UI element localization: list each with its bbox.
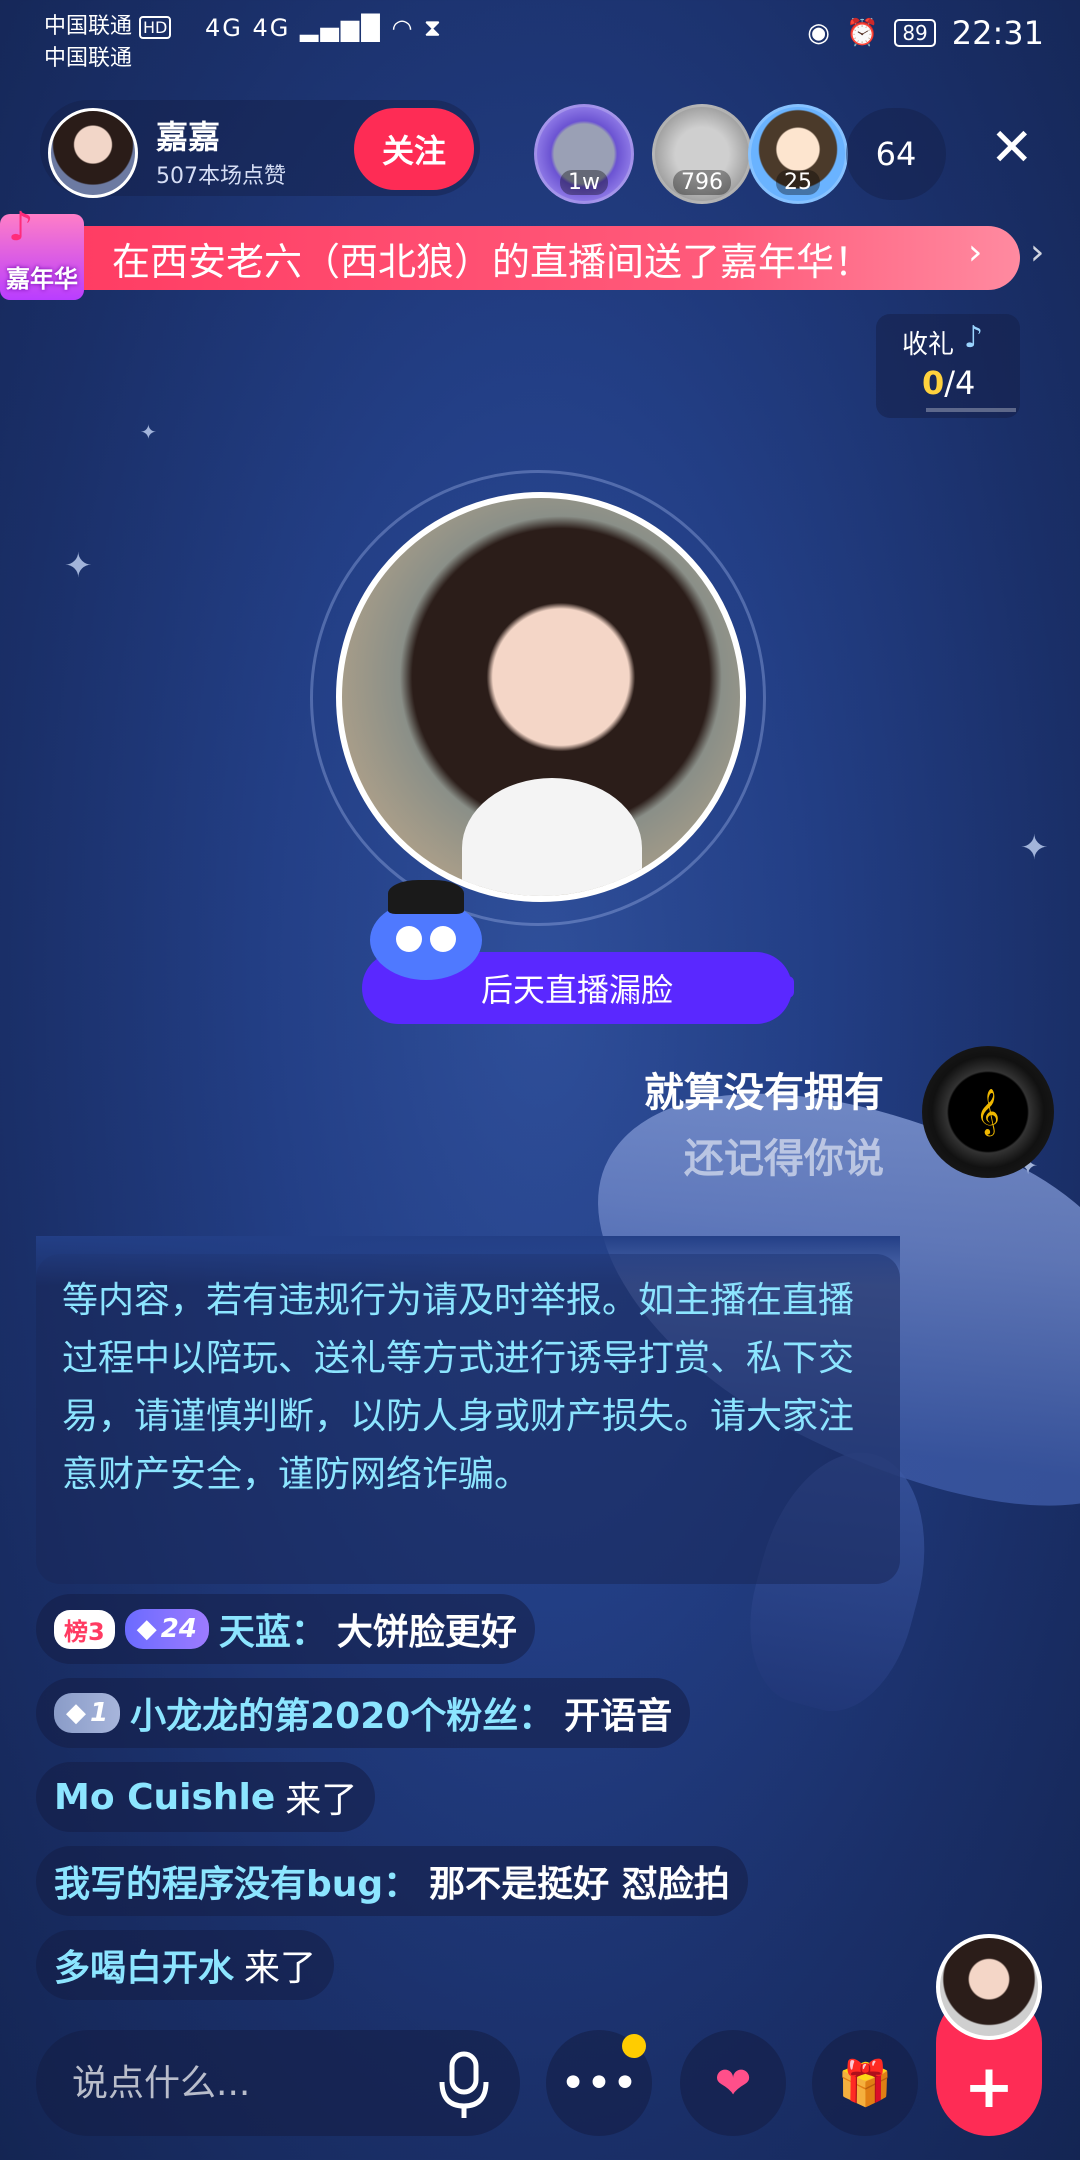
gift-icon[interactable]: 🎁 (812, 2030, 918, 2136)
rank-badge: 榜3 (54, 1609, 115, 1649)
chevron-right-icon[interactable]: › (968, 232, 982, 273)
topic-tail (780, 976, 794, 998)
chat-username[interactable]: 多喝白开水 (54, 1939, 234, 1991)
mascot-icon (370, 880, 490, 980)
chat-text: 来了 (244, 1948, 317, 1989)
level-badge: ◆ 24 (124, 1609, 209, 1649)
notice-text: 等内容，若有违规行为请及时举报。如主播在直播过程中以陪玩、送礼等方式进行诱导打赏… (62, 1280, 855, 1495)
viewer-score: 1w (560, 170, 608, 195)
host-mini-avatar[interactable] (936, 1934, 1042, 2040)
status-bar: 中国联通 HD 中国联通 4G 4G ▂▄▆█ ◠ ⧗ ◉ ⏰ 89 22:31 (0, 0, 1080, 80)
chat-text: 开语音 (564, 1696, 673, 1737)
chat-message[interactable]: ◆ 1 小龙龙的第2020个粉丝： 开语音 (36, 1678, 691, 1748)
top-viewer-avatar[interactable]: 25 (748, 104, 848, 204)
comment-input[interactable] (72, 2062, 412, 2104)
heart-icon[interactable]: ❤ (680, 2030, 786, 2136)
sparkle-icon: ✦ (64, 546, 93, 586)
eye-icon: ◉ (807, 18, 830, 48)
music-note-icon: ♪ (964, 320, 984, 355)
host-avatar[interactable] (48, 108, 138, 198)
top-viewer-avatar[interactable]: 796 (652, 104, 752, 204)
notice-fade (36, 1236, 900, 1286)
carrier-label-2: 中国联通 (44, 46, 133, 71)
chat-username[interactable]: 天蓝： (219, 1603, 327, 1655)
safety-notice: 等内容，若有违规行为请及时举报。如主播在直播过程中以陪玩、送礼等方式进行诱导打赏… (36, 1254, 900, 1584)
lyric-line: 就算没有拥有 (644, 1070, 884, 1116)
banner-text: 在西安老六（西北狼）的直播间送了嘉年华！ (112, 239, 873, 284)
chevron-right-icon[interactable]: › (1030, 232, 1044, 273)
gift-goal-progress (926, 408, 1016, 412)
treble-clef-icon: 𝄞 (976, 1089, 1000, 1135)
host-likes: 507本场点赞 (156, 164, 286, 189)
mic-icon[interactable] (434, 2050, 494, 2120)
follow-button[interactable]: 关注 (354, 108, 474, 190)
viewer-score: 25 (776, 170, 820, 195)
sparkle-icon: ✦ (140, 420, 157, 444)
notification-dot (622, 2034, 646, 2058)
host-name: 嘉嘉 (156, 118, 221, 156)
battery-icon: 89 (894, 19, 936, 47)
viewer-score: 796 (673, 170, 731, 195)
chat-message[interactable]: 榜3 ◆ 24 天蓝： 大饼脸更好 (36, 1594, 535, 1664)
viewer-count[interactable]: 64 (846, 108, 946, 200)
chat-username[interactable]: Mo Cuishle (54, 1777, 275, 1818)
level-badge: ◆ 1 (54, 1693, 121, 1733)
close-icon[interactable]: ✕ (990, 122, 1034, 174)
carrier-label: 中国联通 HD (44, 8, 172, 40)
chat-username[interactable]: 小龙龙的第2020个粉丝： (130, 1687, 554, 1739)
gift-goal-title: 收礼 (902, 330, 955, 360)
chat-message[interactable]: Mo Cuishle 来了 (36, 1762, 376, 1832)
gift-goal-count: 0/4 (922, 364, 976, 402)
chat-username[interactable]: 我写的程序没有bug： (54, 1855, 419, 1907)
music-note-icon: ♪ (8, 204, 34, 250)
chat-message[interactable]: 我写的程序没有bug： 那不是挺好 怼脸拍 (36, 1846, 748, 1916)
chat-text: 大饼脸更好 (336, 1612, 517, 1653)
clock: 22:31 (951, 14, 1044, 52)
alarm-icon: ⏰ (845, 18, 879, 48)
top-viewer-avatar[interactable]: 1w (534, 104, 634, 204)
chat-text: 那不是挺好 怼脸拍 (429, 1864, 730, 1905)
status-right: ◉ ⏰ 89 22:31 (807, 14, 1044, 52)
carnival-badge: ♪ 嘉年华 (0, 204, 84, 300)
gift-banner[interactable]: 在西安老六（西北狼）的直播间送了嘉年华！ (40, 226, 1020, 290)
host-portrait (336, 492, 746, 902)
music-disc[interactable]: 𝄞 (922, 1046, 1054, 1178)
sparkle-icon: ✦ (1020, 828, 1049, 868)
signal-icon: 4G 4G ▂▄▆█ ◠ ⧗ (205, 14, 443, 42)
gift-goal-box[interactable]: 收礼 ♪ 0/4 (876, 314, 1020, 418)
chat-message[interactable]: 多喝白开水 来了 (36, 1930, 335, 2000)
lyric-line: 还记得你说 (684, 1136, 884, 1182)
chat-text: 来了 (285, 1780, 358, 1821)
